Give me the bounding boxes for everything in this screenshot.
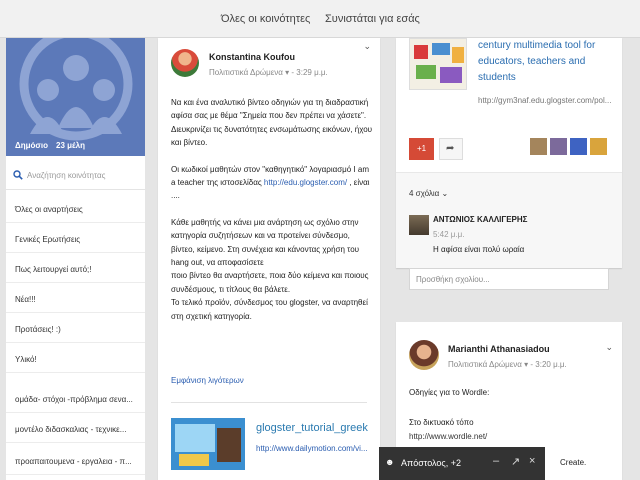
post-paragraph: ποιο βίντεο θα αναρτήσετε, ποια δύο κείμ… — [171, 271, 369, 294]
category-item[interactable]: ομάδα- στόχοι -πρόβλημα σενα... — [6, 386, 145, 413]
divider — [171, 402, 367, 403]
community-logo-icon — [19, 38, 133, 141]
close-icon[interactable]: × — [529, 455, 535, 467]
post-category[interactable]: Πολιτιστικά Δρώμενα — [448, 360, 522, 369]
category-item[interactable]: Γενικές Ερωτήσεις — [6, 226, 145, 253]
comment-count[interactable]: 4 σχόλια ⌄ — [409, 189, 448, 198]
chevron-down-icon[interactable]: ⌄ — [363, 41, 371, 52]
category-item[interactable]: Προτάσεις! :) — [6, 316, 145, 343]
post-author[interactable]: Konstantina Koufou — [209, 52, 295, 62]
post-subline: Πολιτιστικά Δρώμενα ▾ - 3:29 μ.μ. — [209, 68, 328, 77]
community-sidebar: Δημόσιο 23 μέλη Αναζήτηση κοινότητας Όλες… — [6, 38, 145, 480]
post-text: Create. — [560, 458, 587, 467]
community-cover: Δημόσιο 23 μέλη — [6, 38, 145, 156]
avatar[interactable] — [409, 215, 429, 235]
post-paragraph: Να και ένα αναλυτικό βίντεο οδηγιών για … — [171, 98, 373, 148]
popout-icon[interactable]: ↗ — [511, 455, 520, 468]
comment-author[interactable]: ΑΝΤΩΝΙΟΣ ΚΑΛΛΙΓΕΡΗΣ — [433, 215, 527, 224]
add-comment-input[interactable]: Προσθήκη σχολίου... — [409, 268, 609, 290]
visibility-label: Δημόσιο — [15, 141, 48, 150]
post-author[interactable]: Marianthi Athanasiadou — [448, 344, 550, 354]
attachment-url[interactable]: http://www.dailymotion.com/vi... — [256, 444, 368, 453]
people-icon: ☻ — [385, 457, 395, 467]
post-paragraph: Οι κωδικοί μαθητών στον "καθηγητικό" λογ… — [171, 164, 370, 201]
avatar[interactable] — [171, 49, 199, 77]
member-count: 23 μέλη — [56, 141, 85, 150]
post-text: Στο δικτυακό τόπο — [409, 418, 474, 427]
post-body: Να και ένα αναλυτικό βίντεο οδηγιών για … — [171, 96, 373, 323]
attachment-url[interactable]: http://gym3naf.edu.glogster.com/pol... — [478, 96, 611, 105]
post-paragraph: Το τελικό προϊόν, σύνδεσμος του glogster… — [171, 298, 368, 321]
attachment-title[interactable]: glogster_tutorial_greek — [256, 422, 368, 434]
minimize-icon[interactable]: – — [493, 455, 499, 467]
share-icon: ➦ — [446, 143, 455, 154]
category-item[interactable]: προαπαιτουμενα - εργαλεια - π... — [6, 448, 145, 475]
category-item[interactable]: Υλικό! — [6, 346, 145, 373]
plus-one-button[interactable]: +1 — [409, 138, 434, 160]
dropdown-arrow-icon[interactable]: ▾ — [524, 360, 528, 369]
comment-text: Η αφίσα είναι πολύ ωραία — [433, 245, 525, 254]
category-item[interactable]: Όλες οι αναρτήσεις — [6, 196, 145, 223]
shared-post-card: century multimedia tool for educators, t… — [396, 38, 622, 268]
community-search[interactable]: Αναζήτηση κοινότητας — [6, 162, 145, 190]
attachment-image[interactable] — [409, 38, 467, 90]
top-tab-bar: Όλες οι κοινότητες Συνιστάται για εσάς — [0, 0, 640, 38]
dropdown-arrow-icon[interactable]: ▾ — [285, 68, 289, 77]
chevron-down-icon: ⌄ — [441, 189, 449, 198]
glogster-link[interactable]: http://edu.glogster.com/ — [264, 178, 347, 187]
attachment-description[interactable]: century multimedia tool for educators, t… — [478, 38, 618, 86]
category-item[interactable]: Πως λειτουργεί αυτό;! — [6, 256, 145, 283]
tab-all-communities[interactable]: Όλες οι κοινότητες — [221, 13, 310, 25]
video-thumbnail[interactable] — [171, 418, 245, 470]
post-card: Konstantina Koufou ⌄ Πολιτιστικά Δρώμενα… — [158, 38, 380, 480]
post-subline: Πολιτιστικά Δρώμενα ▾ - 3:20 μ.μ. — [448, 360, 567, 369]
chevron-down-icon[interactable]: ⌄ — [605, 342, 613, 353]
post-time[interactable]: 3:20 μ.μ. — [535, 360, 566, 369]
share-button[interactable]: ➦ — [439, 138, 463, 160]
category-item[interactable]: Νέα!!! — [6, 286, 145, 313]
hangout-chat-bar[interactable]: ☻ Απόστολος, +2 – ↗ × — [379, 447, 545, 480]
avatar[interactable] — [570, 138, 587, 155]
hangout-participants[interactable]: Απόστολος, +2 — [401, 458, 461, 468]
search-input[interactable]: Αναζήτηση κοινότητας — [27, 171, 105, 180]
tab-recommended[interactable]: Συνιστάται για εσάς — [325, 13, 420, 25]
comment-time[interactable]: 5:42 μ.μ. — [433, 230, 464, 239]
avatar[interactable] — [550, 138, 567, 155]
community-meta: Δημόσιο 23 μέλη — [15, 141, 85, 150]
show-less-link[interactable]: Εμφάνιση λιγότερων — [171, 376, 244, 385]
avatar[interactable] — [590, 138, 607, 155]
post-paragraph: Κάθε μαθητής να κάνει μια ανάρτηση ως σχ… — [171, 217, 360, 268]
category-item[interactable]: μοντέλο διδασκαλιας - τεχνικε... — [6, 416, 145, 443]
avatar[interactable] — [409, 340, 439, 370]
search-icon — [13, 170, 23, 180]
wordle-link[interactable]: http://www.wordle.net/ — [409, 432, 487, 441]
post-text: Οδηγίες για το Wordle: — [409, 388, 490, 397]
avatar[interactable] — [530, 138, 547, 155]
post-category[interactable]: Πολιτιστικά Δρώμενα — [209, 68, 283, 77]
post-time[interactable]: 3:29 μ.μ. — [296, 68, 327, 77]
comments-section: 4 σχόλια ⌄ ΑΝΤΩΝΙΟΣ ΚΑΛΛΙΓΕΡΗΣ 5:42 μ.μ.… — [396, 172, 622, 268]
